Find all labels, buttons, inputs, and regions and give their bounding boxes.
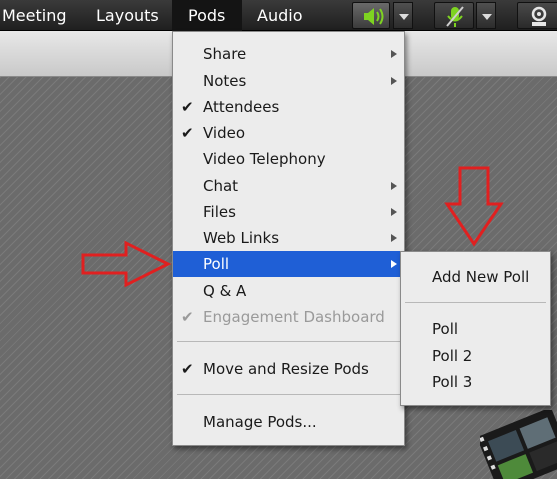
menu-item-label: Video Telephony xyxy=(203,150,326,168)
microphone-muted-icon xyxy=(446,6,464,27)
menu-layouts[interactable]: Layouts xyxy=(92,0,163,31)
menu-item-notes[interactable]: Notes xyxy=(173,68,404,94)
submenu-arrow-icon xyxy=(391,260,397,268)
speaker-icon xyxy=(364,8,384,25)
submenu-item-label: Add New Poll xyxy=(432,268,530,286)
menu-item-label: Manage Pods... xyxy=(203,413,317,431)
filmstrip-graphic xyxy=(480,410,557,479)
microphone-button[interactable] xyxy=(434,2,474,29)
menu-item-attendees[interactable]: ✔ Attendees xyxy=(173,94,404,120)
menu-divider xyxy=(177,394,400,395)
menu-item-label: Attendees xyxy=(203,98,280,116)
menu-item-video-telephony[interactable]: Video Telephony xyxy=(173,146,404,172)
menu-item-engagement-dashboard: ✔ Engagement Dashboard xyxy=(173,304,404,330)
menu-item-files[interactable]: Files xyxy=(173,199,404,225)
poll-submenu: Add New Poll Poll Poll 2 Poll 3 xyxy=(400,251,551,406)
microphone-dropdown[interactable] xyxy=(476,2,496,29)
menu-pods[interactable]: Pods xyxy=(172,0,242,31)
checkmark-icon: ✔ xyxy=(181,360,194,378)
submenu-arrow-icon xyxy=(391,77,397,85)
menu-item-chat[interactable]: Chat xyxy=(173,173,404,199)
submenu-item-label: Poll 2 xyxy=(432,347,473,365)
submenu-arrow-icon xyxy=(391,208,397,216)
menu-item-share[interactable]: Share xyxy=(173,41,404,67)
down-arrow-annotation-icon xyxy=(444,166,504,247)
menubar: Meeting Layouts Pods Audio xyxy=(0,0,557,31)
menu-item-move-and-resize-pods[interactable]: ✔ Move and Resize Pods xyxy=(173,356,404,382)
menu-item-label: Move and Resize Pods xyxy=(203,360,369,378)
menu-divider xyxy=(177,341,400,342)
menu-item-label: Q & A xyxy=(203,282,247,300)
webcam-button[interactable] xyxy=(517,2,557,29)
submenu-item-poll[interactable]: Poll xyxy=(401,316,550,342)
submenu-arrow-icon xyxy=(391,182,397,190)
menu-divider xyxy=(405,302,546,303)
submenu-item-label: Poll xyxy=(432,320,459,338)
menu-item-label: Video xyxy=(203,124,246,142)
menu-item-label: Poll xyxy=(203,255,230,273)
menu-item-video[interactable]: ✔ Video xyxy=(173,120,404,146)
submenu-item-label: Poll 3 xyxy=(432,373,473,391)
menu-item-web-links[interactable]: Web Links xyxy=(173,225,404,251)
right-arrow-annotation-icon xyxy=(81,240,172,288)
menu-item-label: Chat xyxy=(203,177,239,195)
menu-item-label: Notes xyxy=(203,72,247,90)
pods-menu: Share Notes ✔ Attendees ✔ Video Video Te… xyxy=(172,31,405,446)
menu-item-label: Share xyxy=(203,45,247,63)
menu-item-q-and-a[interactable]: Q & A xyxy=(173,278,404,304)
submenu-arrow-icon xyxy=(391,234,397,242)
submenu-item-add-new-poll[interactable]: Add New Poll xyxy=(401,264,550,290)
menu-audio[interactable]: Audio xyxy=(253,0,306,31)
speaker-dropdown[interactable] xyxy=(393,2,413,29)
submenu-item-poll-3[interactable]: Poll 3 xyxy=(401,369,550,395)
webcam-icon xyxy=(531,6,547,26)
submenu-item-poll-2[interactable]: Poll 2 xyxy=(401,343,550,369)
checkmark-icon: ✔ xyxy=(181,124,194,142)
menu-item-manage-pods[interactable]: Manage Pods... xyxy=(173,409,404,435)
checkmark-icon: ✔ xyxy=(181,98,194,116)
checkmark-icon: ✔ xyxy=(181,308,194,326)
menu-meeting[interactable]: Meeting xyxy=(0,0,71,31)
menu-item-label: Files xyxy=(203,203,236,221)
submenu-arrow-icon xyxy=(391,50,397,58)
menu-item-label: Engagement Dashboard xyxy=(203,308,385,326)
menu-item-poll[interactable]: Poll xyxy=(173,251,404,277)
menu-item-label: Web Links xyxy=(203,229,280,247)
speaker-button[interactable] xyxy=(352,2,390,29)
